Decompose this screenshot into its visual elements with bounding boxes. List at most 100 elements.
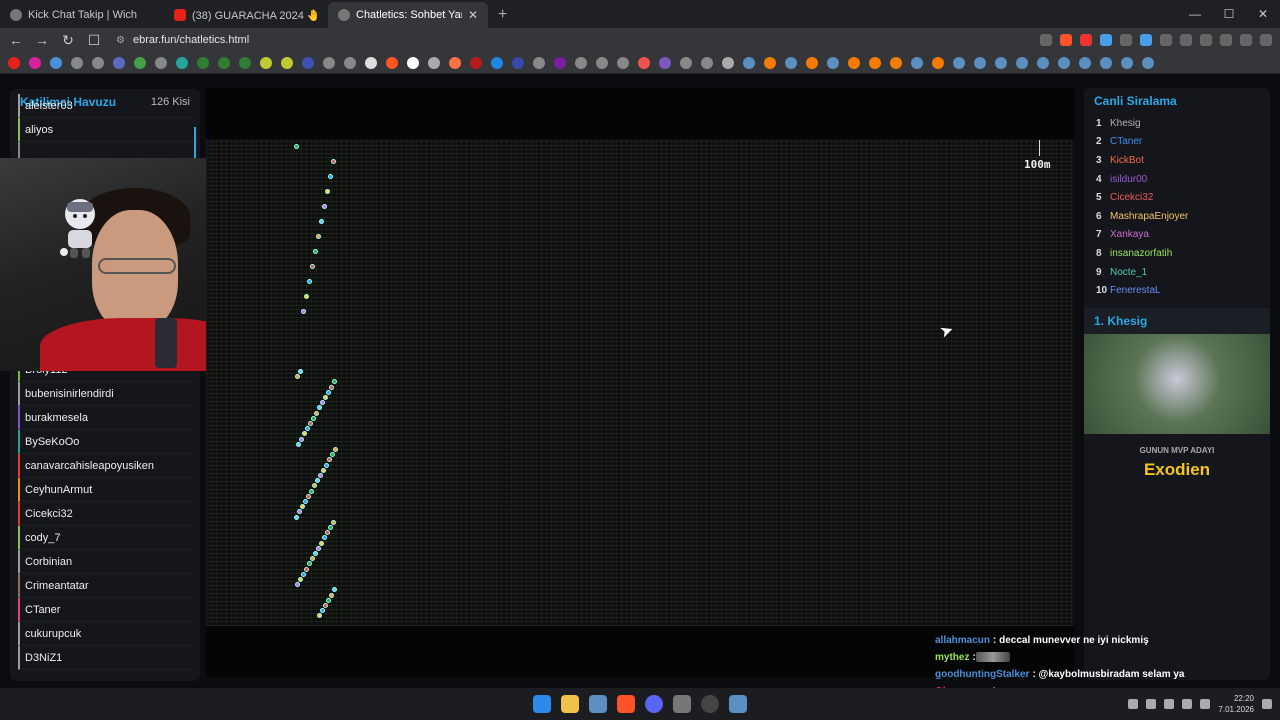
bookmark-icon[interactable]: [8, 56, 20, 69]
tab-kick-chat[interactable]: Kick Chat Takip | Wich: [0, 2, 164, 28]
tray-icon[interactable]: [1164, 699, 1175, 709]
app-icon[interactable]: [673, 695, 691, 713]
brave-icon[interactable]: [617, 695, 635, 713]
share-icon[interactable]: [1040, 34, 1052, 46]
bookmark-icon[interactable]: [659, 56, 671, 69]
bookmark-icon[interactable]: [722, 56, 734, 69]
bookmark-icon[interactable]: [1037, 56, 1049, 69]
bookmark-icon[interactable]: [50, 56, 62, 69]
discord-icon[interactable]: [645, 695, 663, 713]
close-tab-icon[interactable]: ✕: [468, 8, 478, 22]
bookmark-icon[interactable]: [764, 56, 776, 69]
bookmark-icon[interactable]: [1121, 56, 1133, 69]
minimize-icon[interactable]: —: [1178, 7, 1212, 21]
brave-icon[interactable]: [1060, 34, 1072, 46]
bookmark-icon[interactable]: [932, 56, 944, 69]
bookmark-icon[interactable]: [491, 56, 503, 69]
bookmark-icon[interactable]: [869, 56, 881, 69]
bookmark-icon[interactable]: [533, 56, 545, 69]
close-window-icon[interactable]: ✕: [1246, 7, 1280, 21]
bookmark-icon[interactable]: [995, 56, 1007, 69]
reload-icon[interactable]: ↻: [60, 32, 76, 49]
window-controls: — ☐ ✕: [1178, 0, 1280, 28]
bookmark-icon[interactable]: [1079, 56, 1091, 69]
bookmark-icon[interactable]: [239, 56, 251, 69]
file-explorer-icon[interactable]: [561, 695, 579, 713]
bookmark-icon[interactable]: [113, 56, 125, 69]
wallet-icon[interactable]: [1220, 34, 1232, 46]
bookmark-icon[interactable]: [449, 56, 461, 69]
bookmark-icon[interactable]: [281, 56, 293, 69]
bookmark-icon[interactable]: [29, 56, 41, 69]
race-game-area[interactable]: 100m ➤: [206, 88, 1074, 677]
bookmark-icon[interactable]: [1058, 56, 1070, 69]
bookmark-icon[interactable]: [617, 56, 629, 69]
bookmark-icon[interactable]: [974, 56, 986, 69]
bookmark-icon[interactable]: [785, 56, 797, 69]
tab-youtube[interactable]: (38) GUARACHA 2024 🤚 PONME: [164, 2, 328, 28]
steam-icon[interactable]: [589, 695, 607, 713]
bookmark-icon[interactable]: [176, 56, 188, 69]
tray-icon[interactable]: [1146, 699, 1157, 709]
menu-icon[interactable]: [1260, 34, 1272, 46]
bookmark-icon[interactable]: [407, 56, 419, 69]
volume-icon[interactable]: [1200, 699, 1211, 709]
site-settings-icon[interactable]: ⚙: [116, 35, 125, 46]
bookmark-icon[interactable]: [806, 56, 818, 69]
bookmark-icon[interactable]: [134, 56, 146, 69]
bookmark-icon[interactable]: [260, 56, 272, 69]
bookmark-icon[interactable]: [365, 56, 377, 69]
extension-icon[interactable]: [1160, 34, 1172, 46]
bookmark-icon[interactable]: [1100, 56, 1112, 69]
start-icon[interactable]: [533, 695, 551, 713]
extension-icon[interactable]: [1120, 34, 1132, 46]
maximize-icon[interactable]: ☐: [1212, 7, 1246, 21]
bookmark-icon[interactable]: [470, 56, 482, 69]
bookmark-icon[interactable]: [575, 56, 587, 69]
back-icon[interactable]: ←: [8, 32, 24, 48]
bookmark-icon[interactable]: [827, 56, 839, 69]
extension-icon[interactable]: [1080, 34, 1092, 46]
bookmark-icon[interactable]: [386, 56, 398, 69]
tab-chatletics[interactable]: Chatletics: Sohbet Yarislari ✕: [328, 2, 488, 28]
bookmark-icon[interactable]: ☐: [86, 32, 102, 49]
url-field[interactable]: ⚙ ebrar.fun/chatletics.html: [112, 30, 1030, 50]
bookmark-icon[interactable]: [155, 56, 167, 69]
extension-icon[interactable]: [1140, 34, 1152, 46]
bookmark-icon[interactable]: [953, 56, 965, 69]
bookmark-icon[interactable]: [323, 56, 335, 69]
obs-icon[interactable]: [701, 695, 719, 713]
bookmark-icon[interactable]: [701, 56, 713, 69]
wifi-icon[interactable]: [1182, 699, 1193, 709]
bookmark-icon[interactable]: [911, 56, 923, 69]
bookmark-icon[interactable]: [428, 56, 440, 69]
bookmark-icon[interactable]: [302, 56, 314, 69]
extension-icon[interactable]: [1200, 34, 1212, 46]
bookmark-icon[interactable]: [890, 56, 902, 69]
bookmark-icon[interactable]: [848, 56, 860, 69]
bookmark-icon[interactable]: [743, 56, 755, 69]
puzzle-icon[interactable]: [1180, 34, 1192, 46]
bookmark-icon[interactable]: [1142, 56, 1154, 69]
bookmark-icon[interactable]: [344, 56, 356, 69]
new-tab-button[interactable]: +: [488, 6, 517, 28]
bookmark-icon[interactable]: [1016, 56, 1028, 69]
runner-avatar: [326, 389, 331, 395]
bookmark-icon[interactable]: [92, 56, 104, 69]
bookmark-icon[interactable]: [680, 56, 692, 69]
forward-icon[interactable]: →: [34, 32, 50, 48]
media-icon[interactable]: [1240, 34, 1252, 46]
bookmark-icon[interactable]: [71, 56, 83, 69]
clock[interactable]: 22:20 7.01.2026: [1218, 693, 1254, 715]
chevron-up-icon[interactable]: [1128, 699, 1139, 709]
bookmark-icon[interactable]: [512, 56, 524, 69]
extension-icon[interactable]: [1100, 34, 1112, 46]
notification-icon[interactable]: [1262, 699, 1272, 709]
bookmark-icon[interactable]: [197, 56, 209, 69]
scrollbar-thumb[interactable]: [194, 127, 196, 161]
app-icon[interactable]: [729, 695, 747, 713]
bookmark-icon[interactable]: [596, 56, 608, 69]
bookmark-icon[interactable]: [638, 56, 650, 69]
bookmark-icon[interactable]: [218, 56, 230, 69]
bookmark-icon[interactable]: [554, 56, 566, 69]
